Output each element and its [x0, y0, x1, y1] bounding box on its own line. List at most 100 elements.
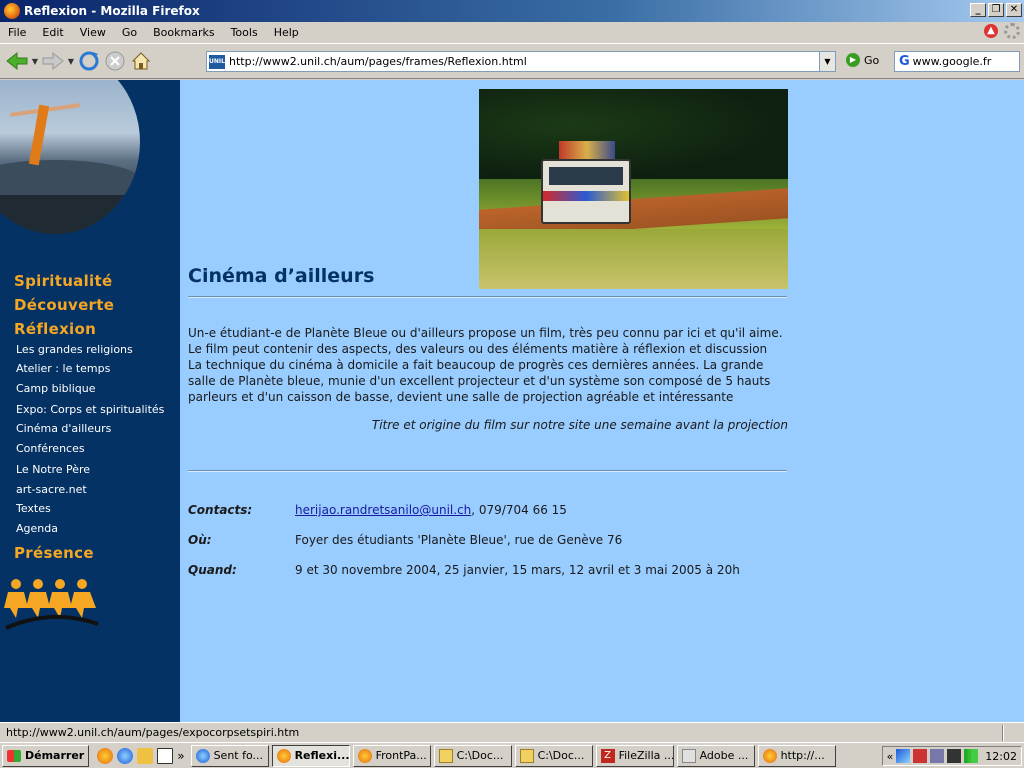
task-http[interactable]: http://...	[757, 744, 836, 767]
dates-value: 9 et 30 novembre 2004, 25 janvier, 15 ma…	[295, 563, 740, 577]
contacts-value: herijao.randretsanilo@unil.ch, 079/704 6…	[295, 503, 567, 517]
firefox-icon	[762, 748, 777, 763]
quicklaunch-chevron[interactable]: »	[177, 749, 184, 763]
throbber-icon	[1004, 23, 1020, 39]
quicklaunch-thunderbird-icon[interactable]	[117, 747, 134, 764]
menu-help[interactable]: Help	[266, 26, 307, 39]
section-divider	[188, 470, 787, 472]
close-button[interactable]: ✕	[1006, 3, 1022, 17]
site-sidebar: Spiritualité Découverte Réflexion Les gr…	[0, 80, 180, 722]
start-label: Démarrer	[25, 749, 85, 762]
forward-history-dropdown[interactable]: ▼	[66, 57, 76, 66]
task-folder-1[interactable]: C:\Doc...	[433, 744, 512, 767]
start-button[interactable]: Démarrer	[2, 744, 90, 767]
sidebar-item-art-sacre[interactable]: art-sacre.net	[16, 483, 87, 496]
hero-bus-photo	[479, 89, 788, 289]
sidebar-item-atelier-temps[interactable]: Atelier : le temps	[16, 362, 110, 375]
update-alert-icon[interactable]: ▲	[984, 24, 998, 38]
task-sent-folder[interactable]: Sent fo...	[190, 744, 269, 767]
title-divider	[188, 296, 787, 298]
volume-icon[interactable]	[930, 749, 945, 763]
go-label: Go	[864, 53, 880, 67]
task-filezilla[interactable]: Z FileZilla ...	[595, 744, 674, 767]
search-value: www.google.fr	[912, 55, 992, 68]
stop-button[interactable]	[102, 48, 128, 74]
quick-launch	[97, 747, 174, 764]
signal-icon[interactable]	[964, 749, 979, 763]
page-title: Cinéma d’ailleurs	[188, 265, 375, 287]
menu-bar: File Edit View Go Bookmarks Tools Help ▲	[0, 22, 1024, 42]
filezilla-icon: Z	[600, 748, 615, 763]
description-paragraph-1: Un-e étudiant-e de Planète Bleue ou d'ai…	[188, 326, 783, 356]
home-icon	[131, 52, 151, 70]
sidebar-item-conferences[interactable]: Conférences	[16, 442, 85, 455]
search-input[interactable]: G www.google.fr	[894, 51, 1020, 72]
sidebar-item-cinema[interactable]: Cinéma d'ailleurs	[16, 422, 111, 435]
location-label: Où:	[188, 533, 212, 547]
quicklaunch-desktop-icon[interactable]	[157, 747, 174, 764]
stop-icon	[105, 51, 125, 71]
back-arrow-icon	[6, 51, 28, 71]
sidebar-item-agenda[interactable]: Agenda	[16, 522, 58, 535]
contacts-label: Contacts:	[188, 503, 253, 517]
go-button[interactable]: ▶ Go	[846, 53, 879, 67]
firefox-icon	[4, 3, 20, 19]
quicklaunch-firefox-icon[interactable]	[97, 747, 114, 764]
go-arrow-icon: ▶	[846, 53, 860, 67]
home-button[interactable]	[128, 48, 154, 74]
menu-file[interactable]: File	[0, 26, 34, 39]
clock[interactable]: 12:02	[985, 750, 1017, 763]
sidebar-item-expo-corps[interactable]: Expo: Corps et spiritualités	[16, 403, 164, 416]
sidebar-item-grandes-religions[interactable]: Les grandes religions	[16, 343, 133, 356]
firefox-icon	[357, 748, 372, 763]
film-info-note: Titre et origine du film sur notre site …	[371, 418, 788, 432]
url-history-dropdown[interactable]: ▼	[819, 52, 835, 71]
sidebar-item-camp-biblique[interactable]: Camp biblique	[16, 382, 95, 395]
back-history-dropdown[interactable]: ▼	[30, 57, 40, 66]
folder-icon	[438, 748, 453, 763]
reload-button[interactable]	[76, 48, 102, 74]
folder-icon	[519, 748, 534, 763]
nav-reflexion[interactable]: Réflexion	[14, 320, 96, 338]
sidebar-photo	[0, 80, 140, 234]
description-text: Un-e étudiant-e de Planète Bleue ou d'ai…	[188, 325, 788, 405]
nav-presence[interactable]: Présence	[14, 544, 94, 562]
task-adobe[interactable]: Adobe ...	[676, 744, 755, 767]
network-disconnected-icon[interactable]	[913, 749, 928, 763]
task-folder-2[interactable]: C:\Doc...	[514, 744, 593, 767]
nav-decouverte[interactable]: Découverte	[14, 296, 114, 314]
menu-view[interactable]: View	[72, 26, 114, 39]
sidebar-item-notre-pere[interactable]: Le Notre Père	[16, 463, 90, 476]
contact-email-link[interactable]: herijao.randretsanilo@unil.ch	[295, 503, 471, 517]
site-favicon: UNIL	[209, 54, 225, 69]
restore-button[interactable]: ❐	[988, 3, 1004, 17]
thunderbird-icon	[195, 748, 210, 763]
status-bar: http://www2.unil.ch/aum/pages/expocorpse…	[0, 722, 1024, 742]
forward-arrow-icon	[42, 51, 64, 71]
windows-taskbar: Démarrer » Sent fo... Reflexi... FrontPa…	[0, 742, 1024, 768]
menu-bookmarks[interactable]: Bookmarks	[145, 26, 222, 39]
monitor-icon[interactable]	[947, 749, 962, 763]
task-reflexion[interactable]: Reflexi...	[271, 744, 350, 767]
menu-edit[interactable]: Edit	[34, 26, 71, 39]
forward-button[interactable]	[40, 48, 66, 74]
tray-chevron[interactable]: «	[887, 750, 894, 763]
firefox-icon	[276, 748, 291, 763]
address-bar[interactable]: UNIL http://www2.unil.ch/aum/pages/frame…	[206, 51, 836, 72]
page-content: Spiritualité Découverte Réflexion Les gr…	[0, 80, 1024, 722]
sidebar-item-textes[interactable]: Textes	[16, 502, 51, 515]
google-engine-icon[interactable]: G	[899, 54, 910, 69]
quicklaunch-tool-icon[interactable]	[137, 747, 154, 764]
menu-go[interactable]: Go	[114, 26, 145, 39]
people-logo-icon	[4, 579, 99, 630]
network-icon[interactable]	[896, 749, 911, 763]
task-frontpage[interactable]: FrontPa...	[352, 744, 431, 767]
back-button[interactable]	[4, 48, 30, 74]
location-value: Foyer des étudiants 'Planète Bleue', rue…	[295, 533, 623, 547]
minimize-button[interactable]: _	[970, 3, 986, 17]
url-input[interactable]: http://www2.unil.ch/aum/pages/frames/Ref…	[229, 55, 819, 68]
window-titlebar: Reflexion - Mozilla Firefox _ ❐ ✕	[0, 0, 1024, 22]
nav-spiritualite[interactable]: Spiritualité	[14, 272, 112, 290]
contact-phone: , 079/704 66 15	[471, 503, 567, 517]
menu-tools[interactable]: Tools	[223, 26, 266, 39]
